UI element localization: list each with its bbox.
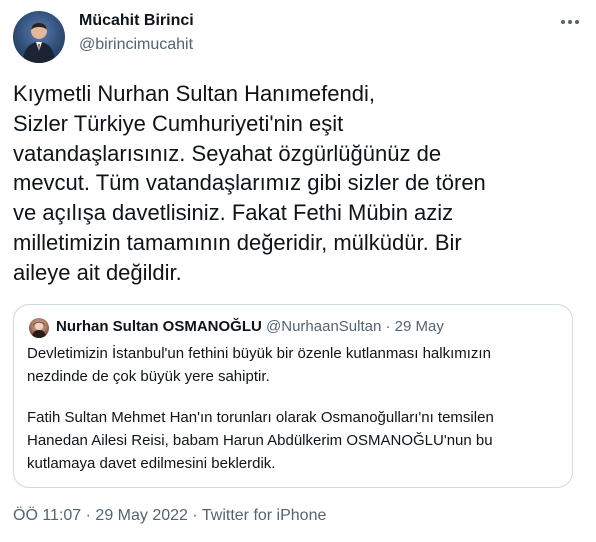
quoted-author-avatar <box>29 318 49 338</box>
footer-separator: · <box>192 507 198 524</box>
quoted-text-line: Fatih Sultan Mehmet Han'ın torunları ola… <box>27 409 494 426</box>
tweet-text-line: vatandaşlarısınız. Seyahat özgürlüğünüz … <box>13 140 442 166</box>
author-name[interactable]: Mücahit Birinci <box>79 12 194 30</box>
quoted-separator: · <box>385 318 391 335</box>
footer-separator: · <box>85 507 91 524</box>
tweet-source[interactable]: Twitter for iPhone <box>202 507 327 524</box>
quoted-text-line: Hanedan Ailesi Reisi, babam Harun Abdülk… <box>27 432 493 449</box>
tweet-text-line: milletimizin tamamının değeridir, mülküd… <box>13 229 462 255</box>
tweet-text-line: ve açılışa davetlisiniz. Fakat Fethi Müb… <box>13 200 454 226</box>
tweet-text-line: mevcut. Tüm vatandaşlarımız gibi sizler … <box>13 170 486 196</box>
quoted-date: 29 May <box>394 318 444 335</box>
quoted-author-handle: @NurhaanSultan <box>266 318 382 335</box>
tweet-card: Mücahit Birinci @birincimucahit Kıymetli… <box>0 0 596 542</box>
tweet-text: Kıymetli Nurhan Sultan Hanımefendi, Sizl… <box>13 79 588 288</box>
quoted-text-line: nezdinde de çok büyük yere sahiptir. <box>27 368 270 385</box>
quoted-tweet[interactable]: Nurhan Sultan OSMANOĞLU @NurhaanSultan ·… <box>13 304 573 488</box>
author-avatar[interactable] <box>13 11 65 63</box>
author-handle[interactable]: @birincimucahit <box>79 36 193 54</box>
quoted-header: Nurhan Sultan OSMANOĞLU @NurhaanSultan ·… <box>56 318 444 335</box>
tweet-text-line: Sizler Türkiye Cumhuriyeti'nin eşit <box>13 110 344 136</box>
tweet-text-line: Kıymetli Nurhan Sultan Hanımefendi, <box>13 81 375 106</box>
more-horizontal-icon[interactable] <box>556 12 584 32</box>
tweet-date[interactable]: 29 May 2022 <box>95 507 188 524</box>
tweet-time[interactable]: ÖÖ 11:07 <box>13 507 81 524</box>
quoted-text-line: Devletimizin İstanbul'un fethini büyük b… <box>27 345 491 362</box>
quoted-text-line: kutlamaya davet edilmesini beklerdik. <box>27 455 276 472</box>
tweet-text-line: aileye ait değildir. <box>13 259 182 285</box>
tweet-footer: ÖÖ 11:07 · 29 May 2022 · Twitter for iPh… <box>13 507 326 525</box>
quoted-author-name: Nurhan Sultan OSMANOĞLU <box>56 318 262 335</box>
